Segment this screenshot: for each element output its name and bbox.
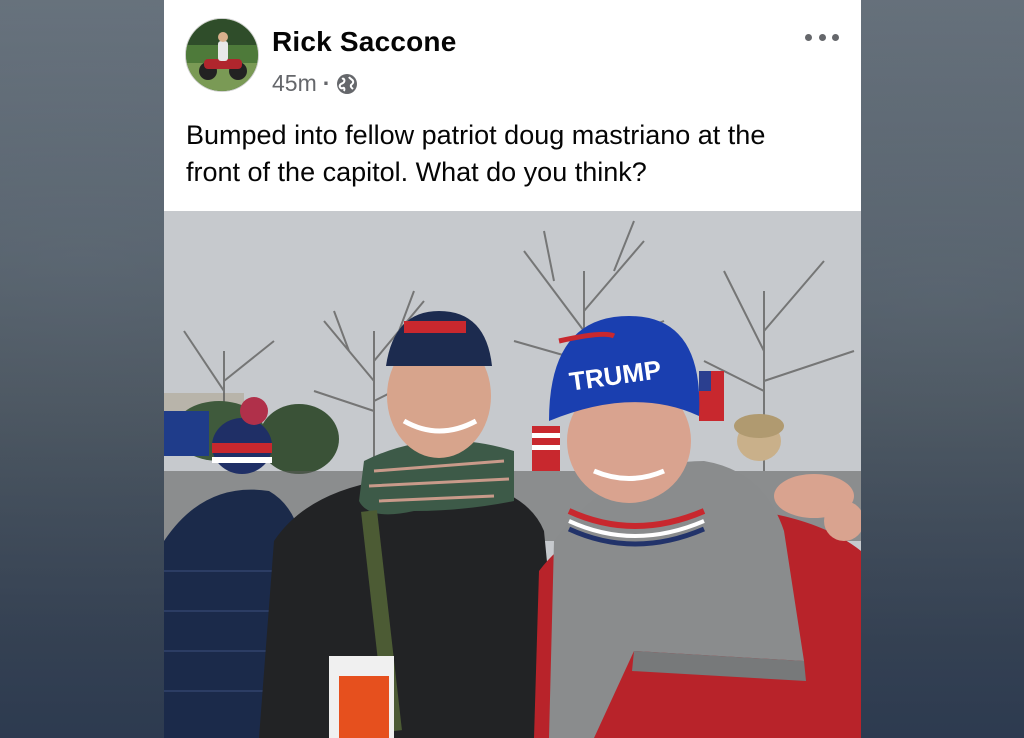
avatar-image [186, 19, 258, 91]
post-header: Rick Saccone 45m · [164, 0, 861, 110]
photo-image: TRUMP [164, 211, 861, 738]
meta-separator: · [322, 70, 331, 96]
blurred-background-left [0, 0, 164, 738]
author-avatar[interactable] [185, 18, 259, 92]
post-meta: 45m · [272, 70, 358, 97]
blurred-background-right [860, 0, 1024, 738]
facebook-post-card: Rick Saccone 45m · Bumped into fellow pa… [164, 0, 861, 738]
post-text: Bumped into fellow patriot doug mastrian… [186, 120, 766, 187]
globe-icon [336, 73, 358, 95]
post-timestamp[interactable]: 45m [272, 70, 317, 97]
more-options-icon[interactable] [805, 26, 839, 48]
author-name[interactable]: Rick Saccone [272, 26, 457, 58]
post-photo[interactable]: TRUMP [164, 211, 861, 738]
